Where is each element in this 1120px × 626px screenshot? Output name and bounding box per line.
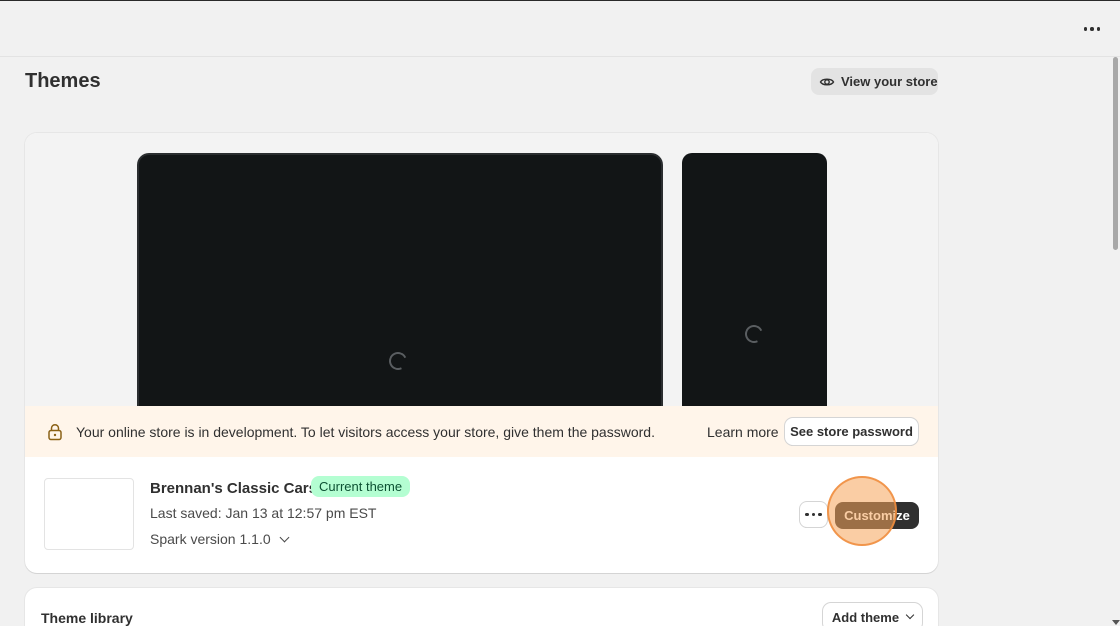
horizontal-dots-icon [805, 512, 822, 517]
current-theme-card: Your online store is in development. To … [25, 133, 938, 573]
theme-library-card: Theme library Add theme [25, 588, 938, 626]
loading-spinner-icon [742, 322, 766, 346]
eye-icon [819, 78, 835, 85]
scrollbar-thumb[interactable] [1113, 57, 1118, 250]
more-actions-button[interactable] [1082, 19, 1102, 39]
theme-library-title: Theme library [41, 610, 133, 626]
theme-version-label: Spark version 1.1.0 [150, 531, 271, 547]
current-theme-badge: Current theme [311, 476, 411, 497]
learn-more-link[interactable]: Learn more [707, 424, 779, 440]
page-title: Themes [25, 70, 101, 92]
development-banner: Your online store is in development. To … [25, 406, 938, 457]
chevron-down-icon [279, 532, 290, 542]
add-theme-button[interactable]: Add theme [823, 603, 922, 626]
see-store-password-button[interactable]: See store password [785, 418, 918, 445]
theme-actions-button[interactable] [800, 502, 827, 527]
theme-thumbnail [44, 478, 134, 550]
theme-preview [25, 133, 938, 413]
theme-version-toggle[interactable]: Spark version 1.1.0 [150, 531, 290, 547]
scroll-down-arrow-icon[interactable] [1112, 620, 1120, 625]
mobile-preview[interactable] [682, 153, 827, 413]
view-store-label: View your store [841, 74, 938, 89]
banner-message: Your online store is in development. To … [76, 424, 655, 440]
customize-button[interactable]: Customize [835, 502, 919, 529]
loading-spinner-icon [386, 349, 410, 373]
top-bar [0, 0, 1120, 57]
theme-name: Brennan's Classic Cars [150, 480, 317, 497]
last-saved-text: Last saved: Jan 13 at 12:57 pm EST [150, 505, 377, 521]
horizontal-dots-icon [1083, 27, 1101, 31]
desktop-preview[interactable] [137, 153, 663, 413]
add-theme-label: Add theme [831, 609, 900, 625]
page-scrollbar[interactable] [1110, 57, 1120, 626]
view-store-button[interactable]: View your store [811, 68, 938, 95]
chevron-down-icon [905, 610, 915, 620]
lock-icon [48, 423, 62, 441]
